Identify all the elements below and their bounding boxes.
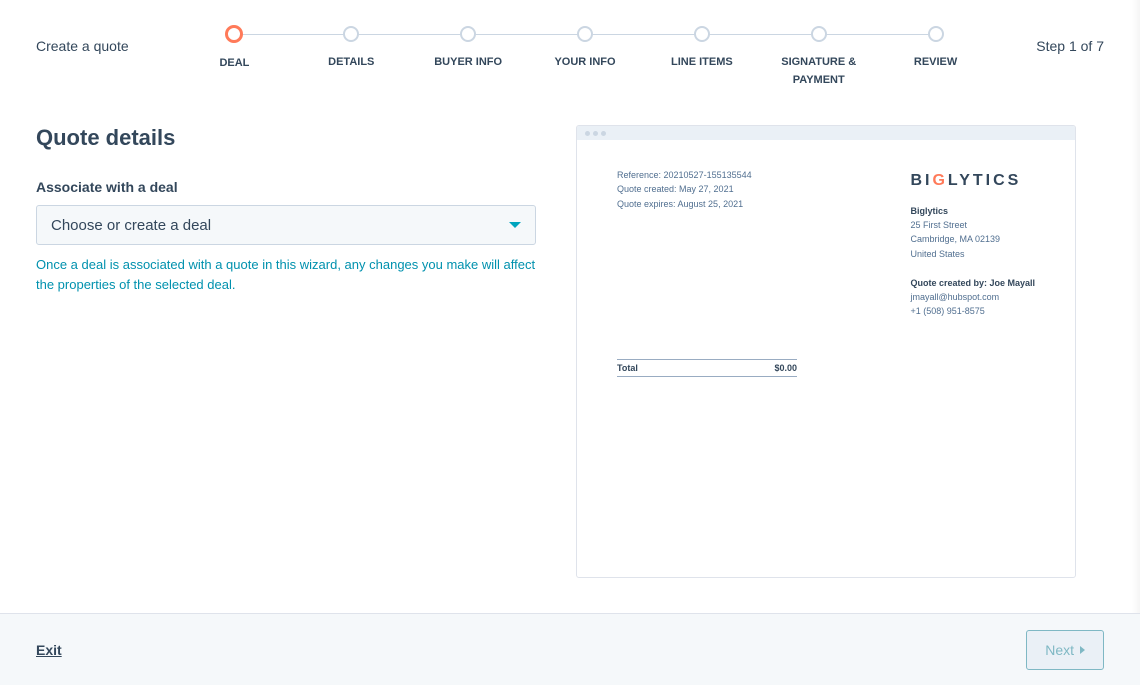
company-name: Biglytics bbox=[910, 204, 1035, 218]
next-button[interactable]: Next bbox=[1026, 630, 1104, 670]
chevron-down-icon bbox=[509, 222, 521, 228]
step-line-items[interactable]: LINE ITEMS bbox=[643, 26, 760, 89]
page-title: Quote details bbox=[36, 125, 536, 151]
total-value: $0.00 bbox=[774, 363, 797, 373]
header-title: Create a quote bbox=[36, 10, 176, 54]
step-details[interactable]: DETAILS bbox=[293, 26, 410, 89]
company-country: United States bbox=[910, 247, 1035, 261]
preview-created: Quote created: May 27, 2021 bbox=[617, 182, 752, 196]
step-circle-icon bbox=[928, 26, 944, 42]
step-circle-icon bbox=[460, 26, 476, 42]
total-label: Total bbox=[617, 363, 638, 373]
quote-preview: Reference: 20210527-155135544 Quote crea… bbox=[576, 125, 1076, 578]
company-logo: BIGLYTICS bbox=[910, 168, 1035, 194]
company-address-1: 25 First Street bbox=[910, 218, 1035, 232]
step-indicator: Step 1 of 7 bbox=[994, 10, 1104, 54]
step-review[interactable]: REVIEW bbox=[877, 26, 994, 89]
step-label: DEAL bbox=[219, 55, 249, 73]
deal-select-placeholder: Choose or create a deal bbox=[51, 217, 211, 234]
total-row: Total $0.00 bbox=[617, 359, 797, 377]
window-dot-icon bbox=[593, 131, 598, 136]
step-label: BUYER INFO bbox=[434, 54, 502, 72]
created-by: Quote created by: Joe Mayall bbox=[910, 276, 1035, 290]
window-dot-icon bbox=[601, 131, 606, 136]
step-circle-icon bbox=[225, 25, 243, 43]
step-buyer-info[interactable]: BUYER INFO bbox=[410, 26, 527, 89]
company-address-2: Cambridge, MA 02139 bbox=[910, 232, 1035, 246]
exit-link[interactable]: Exit bbox=[36, 642, 62, 658]
deal-help-text: Once a deal is associated with a quote i… bbox=[36, 255, 536, 294]
preview-window-bar bbox=[577, 126, 1075, 140]
creator-email: jmayall@hubspot.com bbox=[910, 290, 1035, 304]
step-label: SIGNATURE & PAYMENT bbox=[769, 54, 869, 89]
step-label: DETAILS bbox=[328, 54, 374, 72]
step-circle-icon bbox=[343, 26, 359, 42]
window-dot-icon bbox=[585, 131, 590, 136]
scrollbar[interactable] bbox=[1132, 0, 1140, 613]
step-label: YOUR INFO bbox=[554, 54, 615, 72]
step-deal[interactable]: DEAL bbox=[176, 26, 293, 89]
preview-reference: Reference: 20210527-155135544 bbox=[617, 168, 752, 182]
creator-phone: +1 (508) 951-8575 bbox=[910, 304, 1035, 318]
step-label: REVIEW bbox=[914, 54, 957, 72]
step-signature-payment[interactable]: SIGNATURE & PAYMENT bbox=[760, 26, 877, 89]
step-label: LINE ITEMS bbox=[671, 54, 733, 72]
chevron-right-icon bbox=[1080, 646, 1085, 654]
step-circle-icon bbox=[811, 26, 827, 42]
stepper: DEAL DETAILS BUYER INFO YOUR INFO LINE I… bbox=[176, 10, 994, 89]
step-circle-icon bbox=[694, 26, 710, 42]
step-your-info[interactable]: YOUR INFO bbox=[527, 26, 644, 89]
next-button-label: Next bbox=[1045, 642, 1074, 658]
deal-select[interactable]: Choose or create a deal bbox=[36, 205, 536, 245]
deal-field-label: Associate with a deal bbox=[36, 179, 536, 195]
preview-expires: Quote expires: August 25, 2021 bbox=[617, 197, 752, 211]
step-circle-icon bbox=[577, 26, 593, 42]
